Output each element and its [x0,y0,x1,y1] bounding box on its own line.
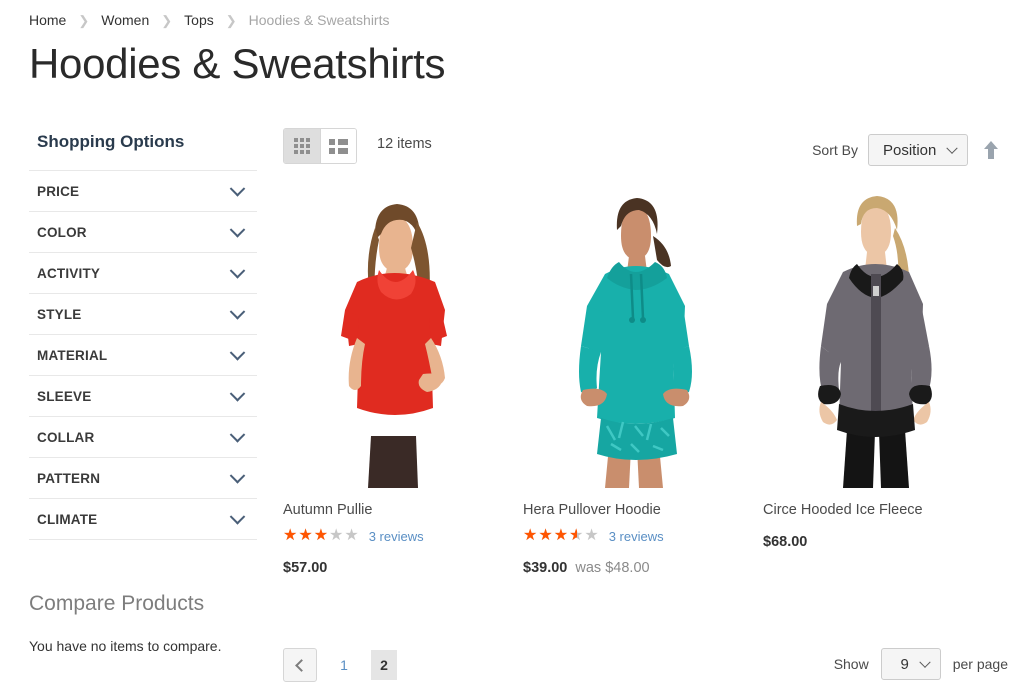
chevron-down-icon [229,468,246,484]
sort-by-value: Position [883,141,937,159]
pagination-page-2-current: 2 [371,650,397,680]
product-rating: ★★★★★ ★★★★★ 3 reviews [283,528,503,544]
limiter: Show 9 per page [834,648,1008,680]
product-price: $57.00 [283,560,503,576]
chevron-down-icon [229,222,246,238]
view-mode-list-button[interactable] [320,129,356,163]
product-reviews-link[interactable]: 3 reviews [609,529,664,544]
sort-by-select[interactable]: Position [868,134,968,166]
chevron-down-icon [229,304,246,320]
pagination-page-1[interactable]: 1 [331,650,357,680]
product-photo [283,178,503,488]
price-current: $57.00 [283,560,328,576]
filter-label: COLLAR [37,429,95,445]
pagination: 1 2 [283,648,397,682]
chevron-down-icon [229,345,246,361]
chevron-left-icon [295,658,308,672]
price-current: $39.00 [523,560,568,576]
product-price: $68.00 [763,534,983,550]
product-image-circe-hooded-ice-fleece[interactable] [763,178,983,488]
product-name[interactable]: Circe Hooded Ice Fleece [763,502,983,518]
star-rating-icon: ★★★★★ ★★★★★ [283,527,360,544]
chevron-down-icon [229,181,246,197]
filter-item-price[interactable]: PRICE [29,171,257,212]
filter-label: ACTIVITY [37,265,101,281]
filter-item-collar[interactable]: COLLAR [29,417,257,458]
breadcrumb-item-women[interactable]: Women [101,12,149,28]
product-item: Hera Pullover Hoodie ★★★★★ ★★★★★ 3 revie… [523,178,743,576]
filter-item-pattern[interactable]: PATTERN [29,458,257,499]
compare-products-title: Compare Products [29,592,205,615]
product-rating: ★★★★★ ★★★★★ 3 reviews [523,528,743,544]
sorter: Sort By Position [812,134,1000,166]
product-photo [523,178,743,488]
breadcrumb-separator-icon: ❯ [78,12,90,28]
price-current: $68.00 [763,534,808,550]
filter-item-material[interactable]: MATERIAL [29,335,257,376]
sidebar: Shopping Options PRICE COLOR ACTIVITY ST… [29,132,257,540]
page-title: Hoodies & Sweatshirts [29,40,446,87]
chevron-down-icon [229,427,246,443]
view-mode-grid-button[interactable] [284,129,320,163]
product-name[interactable]: Hera Pullover Hoodie [523,502,743,518]
star-rating-fill: ★★★★★ [283,528,330,544]
items-count: 12 items [377,136,432,152]
filter-label: MATERIAL [37,347,108,363]
product-photo [763,178,983,488]
chevron-down-icon [919,656,931,668]
product-image-hera-pullover-hoodie[interactable] [523,178,743,488]
filter-label: COLOR [37,224,87,240]
breadcrumb-separator-icon: ❯ [225,12,237,28]
product-item: Autumn Pullie ★★★★★ ★★★★★ 3 reviews $57.… [283,178,503,576]
limiter-per-page-label: per page [952,656,1008,672]
breadcrumb-item-tops[interactable]: Tops [184,12,214,28]
sort-by-label: Sort By [812,142,858,158]
chevron-down-icon [229,386,246,402]
price-was-label: was [575,560,602,576]
price-old: $48.00 [605,560,650,576]
breadcrumb-item-home[interactable]: Home [29,12,66,28]
limiter-value: 9 [900,655,909,673]
product-name[interactable]: Autumn Pullie [283,502,503,518]
product-toolbar: 12 items Sort By Position [283,110,1010,166]
filter-item-activity[interactable]: ACTIVITY [29,253,257,294]
breadcrumb-separator-icon: ❯ [161,12,173,28]
filter-list: PRICE COLOR ACTIVITY STYLE MATERIAL SLEE… [29,170,257,540]
product-image-autumn-pullie[interactable] [283,178,503,488]
grid-icon [294,138,310,154]
product-grid: Autumn Pullie ★★★★★ ★★★★★ 3 reviews $57.… [283,178,983,576]
star-rating-icon: ★★★★★ ★★★★★ [523,527,600,544]
arrow-up-icon [984,141,998,159]
chevron-down-icon [229,263,246,279]
limiter-select[interactable]: 9 [880,648,941,680]
chevron-down-icon [946,142,958,154]
list-icon [329,138,348,154]
filter-item-sleeve[interactable]: SLEEVE [29,376,257,417]
filter-label: STYLE [37,306,82,322]
filter-label: PRICE [37,183,80,199]
filter-item-color[interactable]: COLOR [29,212,257,253]
shopping-options-title: Shopping Options [37,132,185,151]
chevron-down-icon [229,509,246,525]
limiter-show-label: Show [833,656,869,672]
breadcrumb: Home ❯ Women ❯ Tops ❯ Hoodies & Sweatshi… [29,12,389,28]
filter-label: PATTERN [37,470,101,486]
product-reviews-link[interactable]: 3 reviews [369,529,424,544]
compare-products-block: Compare Products You have no items to co… [29,592,269,654]
compare-empty-message: You have no items to compare. [29,638,222,654]
filter-item-climate[interactable]: CLIMATE [29,499,257,540]
sort-direction-button[interactable] [982,139,1000,161]
pagination-previous-button[interactable] [283,648,317,682]
breadcrumb-item-current: Hoodies & Sweatshirts [248,12,390,28]
filter-label: CLIMATE [37,511,98,527]
product-item: Circe Hooded Ice Fleece $68.00 [763,178,983,576]
category-page: Home ❯ Women ❯ Tops ❯ Hoodies & Sweatshi… [0,0,1018,700]
filter-item-style[interactable]: STYLE [29,294,257,335]
star-rating-fill: ★★★★★ [523,528,577,544]
filter-label: SLEEVE [37,388,92,404]
view-mode-switcher [283,128,357,164]
product-price: $39.00 was $48.00 [523,560,743,576]
